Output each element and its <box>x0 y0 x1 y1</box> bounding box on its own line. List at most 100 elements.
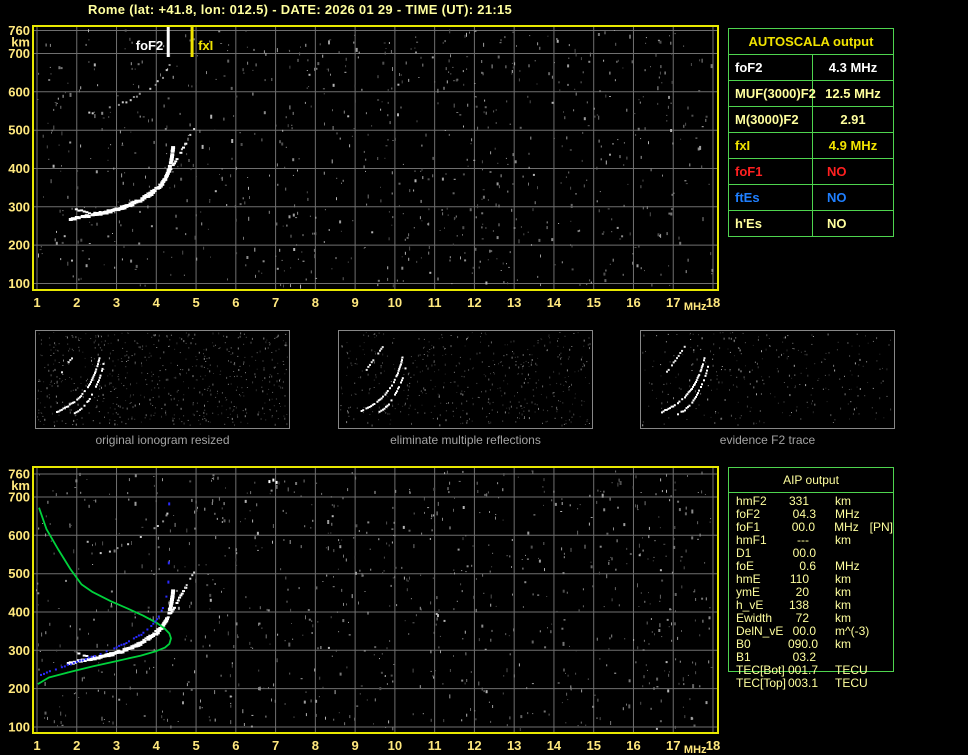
x-tick-label: 4 <box>153 738 161 753</box>
x-tick-label: 18 <box>706 295 720 310</box>
marker-layer: foF2 fxI <box>136 27 213 57</box>
x-tick-label: 16 <box>626 295 640 310</box>
parameter-label: TEC[Top] <box>736 676 787 690</box>
x-tick-label: 9 <box>352 738 359 753</box>
parameter-label: foF1 <box>729 159 813 184</box>
x-tick-label: 8 <box>312 738 319 753</box>
thumbnail-evidence-f2-trace <box>640 330 895 429</box>
x-tick-label: 10 <box>388 738 402 753</box>
y-tick-label: 100 <box>8 276 30 291</box>
parameter-unit: TECU <box>835 676 868 690</box>
autoscala-table-title: AUTOSCALA output <box>729 29 893 55</box>
parameter-label: ftEs <box>729 185 813 210</box>
y-tick-label: 100 <box>8 720 30 735</box>
trace-layer <box>66 64 196 222</box>
x-tick-label: 2 <box>73 295 80 310</box>
x-tick-label: 3 <box>113 738 120 753</box>
y-tick-label: 200 <box>8 681 30 696</box>
x-tick-label: 6 <box>232 738 239 753</box>
x-tick-label: 13 <box>507 738 521 753</box>
x-tick-label: 1 <box>33 738 40 753</box>
autoscala-row-fof2: foF2 4.3 MHz <box>729 55 893 81</box>
autoscala-row-muf3000f2: MUF(3000)F2 12.5 MHz <box>729 81 893 107</box>
autoscala-row-hes: h'Es NO <box>729 211 893 236</box>
thumbnail-caption: evidence F2 trace <box>719 433 816 447</box>
axis-labels: 760700600500400300200100km1 2 3 4 5 6 7 8 9 10 11 1… <box>8 467 720 755</box>
y-tick-label: 500 <box>8 566 30 581</box>
parameter-label: foF2 <box>729 55 813 80</box>
parameter-value: 4.3 MHz <box>828 60 878 75</box>
autoscala-output-table: AUTOSCALA output foF2 4.3 MHz MUF(3000)F2 1… <box>728 28 894 237</box>
y-tick-label: 500 <box>8 123 30 138</box>
noise-layer <box>36 470 713 731</box>
parameter-unit: km <box>835 637 851 651</box>
profile-layer <box>37 478 278 685</box>
aip-table-title: AIP output <box>729 468 893 493</box>
fxI-marker-label: fxI <box>198 38 213 53</box>
noise-layer <box>37 29 714 289</box>
x-tick-label: 5 <box>192 738 199 753</box>
parameter-label: h'Es <box>729 211 813 236</box>
parameter-label: fxI <box>729 133 813 158</box>
x-tick-label: 9 <box>352 295 359 310</box>
aip-table-rows: hmF2 331 km foF2 04.3 MHz foF1 00.0 MHz [PN] hmF1-… <box>729 493 893 690</box>
autoscala-row-fof1: foF1 NO <box>729 159 893 185</box>
x-tick-label: 13 <box>507 295 521 310</box>
autoscala-row-fxi: fxI 4.9 MHz <box>729 133 893 159</box>
thumbnail-caption: eliminate multiple reflections <box>390 433 541 447</box>
grid-layer <box>34 468 717 732</box>
y-tick-label: 600 <box>8 528 30 543</box>
thumbnail-layers <box>340 332 591 427</box>
x-axis-unit: MHz <box>684 744 707 755</box>
x-tick-label: 7 <box>272 738 279 753</box>
x-tick-label: 4 <box>153 295 161 310</box>
plot-layers: foF2 fxI760700600500400300200100km1 2 3 4 5 6 7… <box>8 23 720 313</box>
parameter-value: 4.9 MHz <box>828 138 878 153</box>
x-tick-label: 8 <box>312 295 319 310</box>
x-tick-label: 11 <box>428 295 442 310</box>
plot-layers: 760700600500400300200100km1 2 3 4 5 6 7 8 9 10 11 1… <box>8 466 720 755</box>
plot-frame <box>32 466 719 734</box>
parameter-flag: [PN] <box>869 520 893 534</box>
thumbnail-caption: original ionogram resized <box>95 433 230 447</box>
x-tick-label: 18 <box>706 738 720 753</box>
autoscala-app-window: { "title": "Rome (lat: +41.8, lon: 012.5… <box>0 0 968 755</box>
y-tick-label: 400 <box>8 605 30 620</box>
x-tick-label: 15 <box>586 295 600 310</box>
autoscala-row-m3000f2: M(3000)F2 2.91 <box>729 107 893 133</box>
parameter-label: M(3000)F2 <box>729 107 813 132</box>
x-tick-label: 15 <box>586 738 600 753</box>
thumbnail-eliminate-reflections <box>338 330 593 429</box>
x-tick-label: 14 <box>547 295 562 310</box>
thumbnail-original-ionogram <box>35 330 290 429</box>
foF2-marker-label: foF2 <box>136 38 163 53</box>
thumbnail-layers <box>37 332 288 427</box>
y-axis-unit: km <box>11 35 30 50</box>
aip-row-tectop: TEC[Top] 003.1 TECU <box>736 677 893 690</box>
autoscala-row-ftes: ftEs NO <box>729 185 893 211</box>
x-tick-label: 3 <box>113 295 120 310</box>
aip-output-table: AIP output hmF2 331 km foF2 04.3 MHz foF1 00.0 M… <box>728 467 894 690</box>
x-tick-label: 16 <box>626 738 640 753</box>
x-tick-label: 14 <box>547 738 562 753</box>
x-tick-label: 1 <box>33 295 40 310</box>
x-tick-label: 7 <box>272 295 279 310</box>
autoscala-table-rows: foF2 4.3 MHz MUF(3000)F2 12.5 MHz M(3000)F2 2… <box>729 55 893 236</box>
x-tick-label: 10 <box>388 295 402 310</box>
x-axis-unit: MHz <box>684 301 707 313</box>
x-tick-label: 17 <box>666 738 680 753</box>
ionogram-plot-scaled: foF2 fxI760700600500400300200100km1 2 3 4 5 6 7… <box>8 23 720 313</box>
thumbnail-layers <box>642 332 892 427</box>
ionogram-plot-with-profile: 760700600500400300200100km1 2 3 4 5 6 7 8 9 10 11 1… <box>8 466 720 755</box>
y-axis-unit: km <box>11 478 30 493</box>
x-tick-label: 5 <box>192 295 199 310</box>
x-tick-label: 2 <box>73 738 80 753</box>
y-tick-label: 300 <box>8 199 30 214</box>
x-tick-label: 17 <box>666 295 680 310</box>
grid-layer <box>34 27 717 289</box>
parameter-unit: km <box>835 533 851 547</box>
x-tick-label: 12 <box>467 738 481 753</box>
y-tick-label: 400 <box>8 161 30 176</box>
y-tick-label: 600 <box>8 84 30 99</box>
parameter-value: 12.5 MHz <box>825 86 881 101</box>
